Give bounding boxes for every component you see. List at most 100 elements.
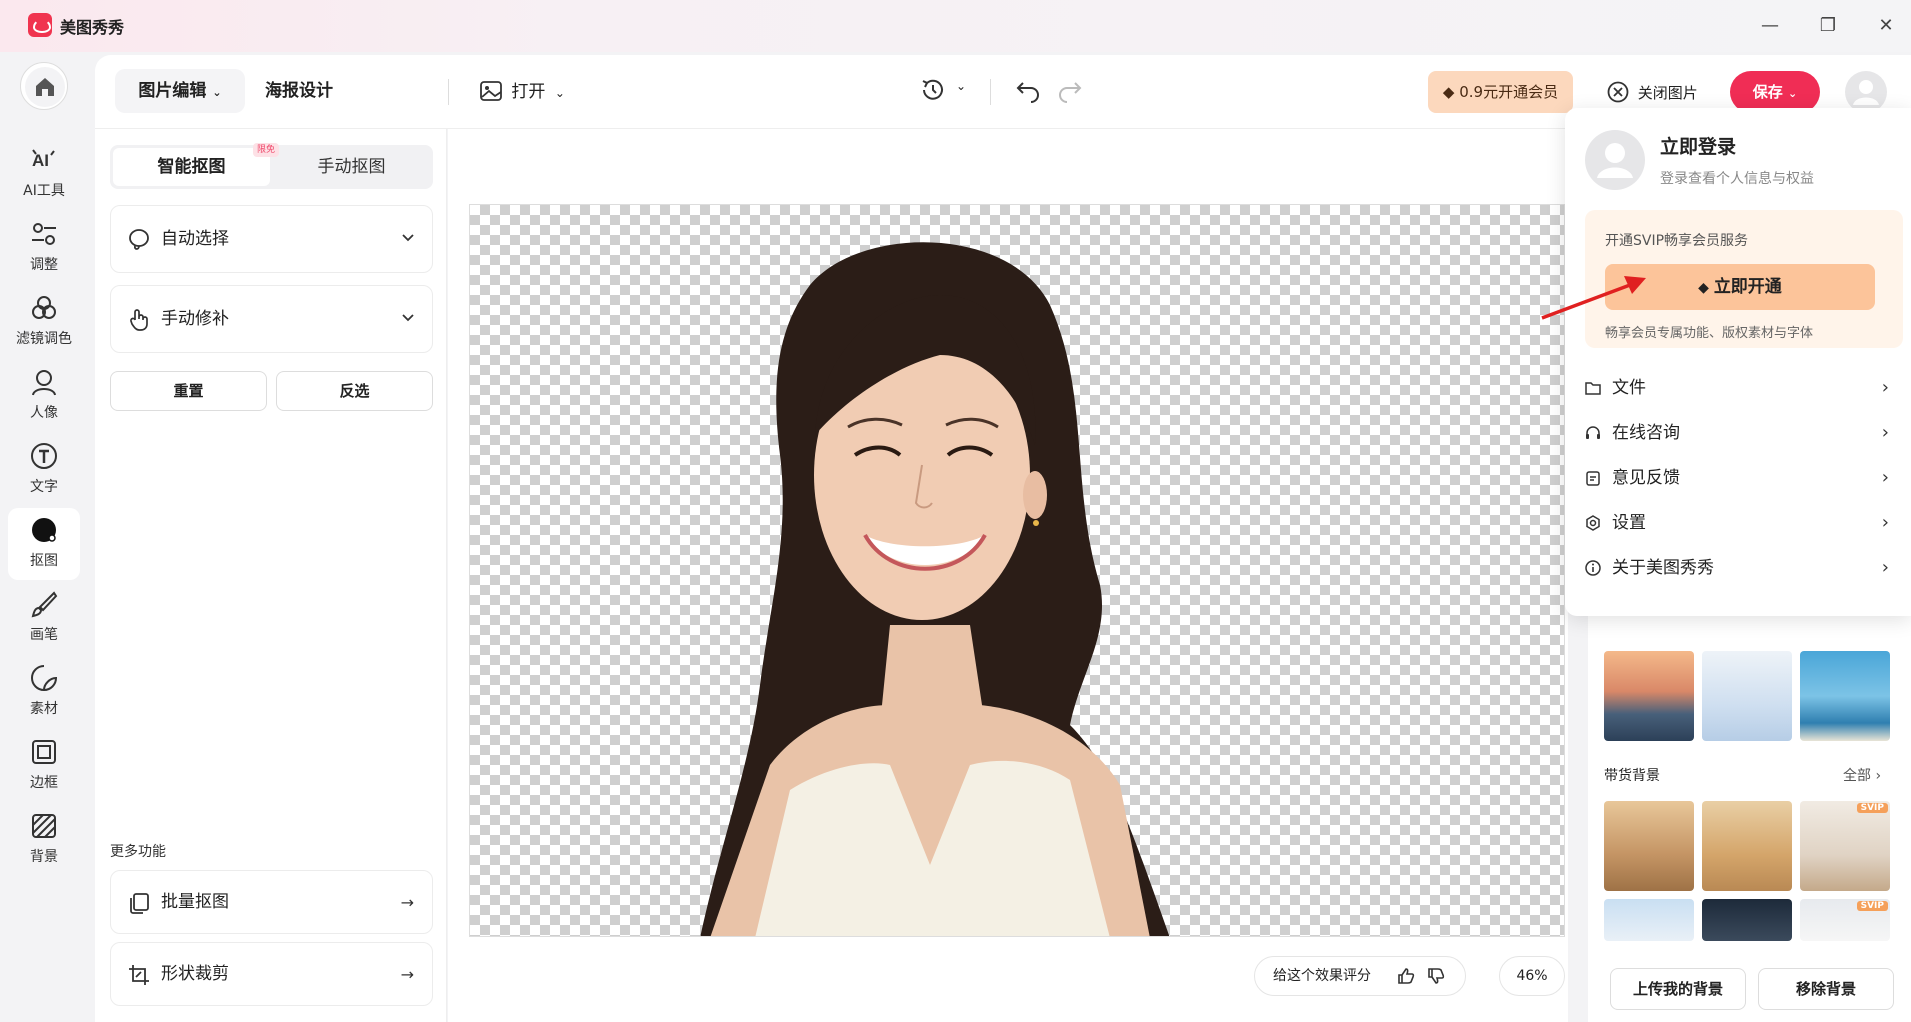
chevron-down-icon: ⌄ bbox=[956, 79, 967, 93]
divider bbox=[448, 79, 449, 105]
lasso-icon bbox=[129, 229, 149, 250]
popup-avatar[interactable] bbox=[1585, 130, 1645, 190]
view-all-link[interactable]: 全部 › bbox=[1843, 765, 1881, 785]
tab-poster-design[interactable]: 海报设计 bbox=[265, 69, 333, 113]
minimize-button[interactable]: — bbox=[1756, 12, 1784, 40]
nav-item-text[interactable]: 文字 bbox=[8, 434, 80, 506]
chevron-down-icon bbox=[402, 234, 414, 242]
upload-background-button[interactable]: 上传我的背景 bbox=[1610, 968, 1746, 1010]
title-bar: 美图秀秀 — ❐ ✕ bbox=[0, 0, 1911, 52]
user-avatar[interactable] bbox=[1845, 71, 1887, 113]
vip-promo-desc: 畅享会员专属功能、版权素材与字体 bbox=[1605, 326, 1814, 341]
nav-item-cutout[interactable]: 抠图 bbox=[8, 508, 80, 580]
rate-label: 给这个效果评分 bbox=[1273, 968, 1371, 984]
menu-item-settings[interactable]: 设置 › bbox=[1585, 503, 1895, 543]
menu-item-consult[interactable]: 在线咨询 › bbox=[1585, 413, 1895, 453]
menu-item-label: 设置 bbox=[1612, 513, 1646, 533]
chevron-down-icon: ⌄ bbox=[1788, 87, 1798, 100]
login-link[interactable]: 立即登录 bbox=[1660, 132, 1736, 159]
thumbs-down-icon[interactable] bbox=[1427, 967, 1445, 985]
undo-icon[interactable] bbox=[1015, 79, 1041, 103]
vip-label: 0.9元开通会员 bbox=[1459, 83, 1559, 101]
user-menu-popup: 立即登录 登录查看个人信息与权益 开通SVIP畅享会员服务 ◆ 立即开通 畅享会… bbox=[1565, 108, 1911, 616]
redo-icon[interactable] bbox=[1057, 79, 1083, 103]
cutout-mode-switch: 智能抠图 限免 手动抠图 bbox=[110, 143, 433, 189]
save-button[interactable]: 保存 ⌄ bbox=[1730, 71, 1820, 113]
close-image-button[interactable]: 关闭图片 bbox=[1607, 79, 1698, 107]
restore-button[interactable]: ❐ bbox=[1814, 12, 1842, 40]
settings-icon bbox=[1586, 515, 1600, 531]
diamond-icon: ◆ bbox=[1442, 83, 1460, 101]
remove-background-button[interactable]: 移除背景 bbox=[1758, 968, 1894, 1010]
nav-item-brush[interactable]: 画笔 bbox=[8, 582, 80, 654]
feedback-icon bbox=[1586, 471, 1600, 486]
invert-selection-button[interactable]: 反选 bbox=[276, 371, 433, 411]
rate-effect-bar: 给这个效果评分 bbox=[1254, 956, 1466, 996]
image-canvas[interactable] bbox=[469, 204, 1565, 937]
tab-image-edit[interactable]: 图片编辑 ⌄ bbox=[115, 69, 245, 113]
nav-label: 边框 bbox=[30, 775, 58, 791]
bg-thumbnail[interactable] bbox=[1702, 801, 1792, 891]
menu-item-about[interactable]: 关于美图秀秀 › bbox=[1585, 548, 1895, 588]
tab-smart-cutout[interactable]: 智能抠图 bbox=[113, 148, 270, 186]
nav-item-adjust[interactable]: 调整 bbox=[8, 212, 80, 284]
auto-select-section[interactable]: 自动选择 bbox=[110, 205, 433, 273]
bg-thumbnail[interactable] bbox=[1604, 801, 1694, 891]
filter-icon bbox=[32, 296, 56, 319]
arrow-right-icon: → bbox=[400, 965, 414, 984]
nav-item-ai[interactable]: AI AI工具 bbox=[8, 138, 80, 210]
annotation-arrow-icon bbox=[1541, 276, 1646, 320]
open-button[interactable]: 打开 ⌄ bbox=[480, 77, 565, 107]
nav-item-filter[interactable]: 滤镜调色 bbox=[8, 286, 80, 358]
activate-vip-label: 立即开通 bbox=[1713, 277, 1782, 297]
cutout-portrait-image bbox=[700, 242, 1170, 936]
open-label: 打开 bbox=[511, 82, 546, 102]
batch-cutout-button[interactable]: 批量抠图 → bbox=[110, 870, 433, 934]
chevron-right-icon: › bbox=[1881, 512, 1889, 533]
bg-thumbnail[interactable] bbox=[1800, 651, 1890, 741]
hand-pointer-icon bbox=[130, 309, 148, 331]
manual-fix-label: 手动修补 bbox=[161, 309, 229, 329]
divider bbox=[990, 79, 991, 105]
nav-item-portrait[interactable]: 人像 bbox=[8, 360, 80, 432]
menu-item-feedback[interactable]: 意见反馈 › bbox=[1585, 458, 1895, 498]
chevron-right-icon: › bbox=[1881, 377, 1889, 398]
nav-label: 滤镜调色 bbox=[16, 331, 72, 347]
more-features-title: 更多功能 bbox=[110, 844, 166, 860]
bg-thumbnail[interactable] bbox=[1604, 651, 1694, 741]
brush-icon bbox=[31, 591, 58, 618]
home-button[interactable] bbox=[20, 62, 68, 110]
bg-thumbnail[interactable] bbox=[1702, 651, 1792, 741]
reset-button[interactable]: 重置 bbox=[110, 371, 267, 411]
cutout-panel: 智能抠图 限免 手动抠图 自动选择 手动修补 重置 反选 更多功能 批量抠图 →… bbox=[95, 129, 447, 1022]
bg-thumbnail[interactable] bbox=[1702, 899, 1792, 941]
chevron-right-icon: › bbox=[1875, 768, 1882, 784]
bg-thumbnail[interactable]: SVIP bbox=[1800, 801, 1890, 891]
bg-thumbnail[interactable]: SVIP bbox=[1800, 899, 1890, 941]
nav-item-frame[interactable]: 边框 bbox=[8, 730, 80, 802]
history-button[interactable]: ⌄ bbox=[920, 77, 966, 107]
close-window-button[interactable]: ✕ bbox=[1872, 12, 1900, 40]
user-icon bbox=[1853, 80, 1879, 105]
chevron-right-icon: › bbox=[1881, 557, 1889, 578]
nav-item-sticker[interactable]: 素材 bbox=[8, 656, 80, 728]
left-nav: AI AI工具 调整 滤镜调色 人像 文字 抠图 画笔 素材 边框 背景 bbox=[0, 52, 88, 1022]
app-logo-icon bbox=[28, 13, 52, 37]
menu-item-file[interactable]: 文件 › bbox=[1585, 368, 1895, 408]
close-circle-icon bbox=[1607, 81, 1629, 103]
arrow-right-icon: → bbox=[400, 893, 414, 912]
tab-manual-cutout[interactable]: 手动抠图 bbox=[273, 148, 430, 186]
nav-label: 背景 bbox=[30, 849, 58, 865]
bg-thumbnail[interactable] bbox=[1604, 899, 1694, 941]
chevron-down-icon bbox=[402, 314, 414, 322]
chevron-down-icon: ⌄ bbox=[554, 86, 565, 100]
home-icon bbox=[25, 67, 65, 107]
manual-fix-section[interactable]: 手动修补 bbox=[110, 285, 433, 353]
zoom-level[interactable]: 46% bbox=[1499, 956, 1565, 996]
nav-item-background[interactable]: 背景 bbox=[8, 804, 80, 876]
login-subtitle: 登录查看个人信息与权益 bbox=[1660, 171, 1814, 187]
shape-crop-label: 形状裁剪 bbox=[161, 964, 229, 984]
thumbs-up-icon[interactable] bbox=[1397, 967, 1415, 985]
shape-crop-button[interactable]: 形状裁剪 → bbox=[110, 942, 433, 1006]
vip-button[interactable]: ◆ 0.9元开通会员 bbox=[1428, 71, 1573, 113]
